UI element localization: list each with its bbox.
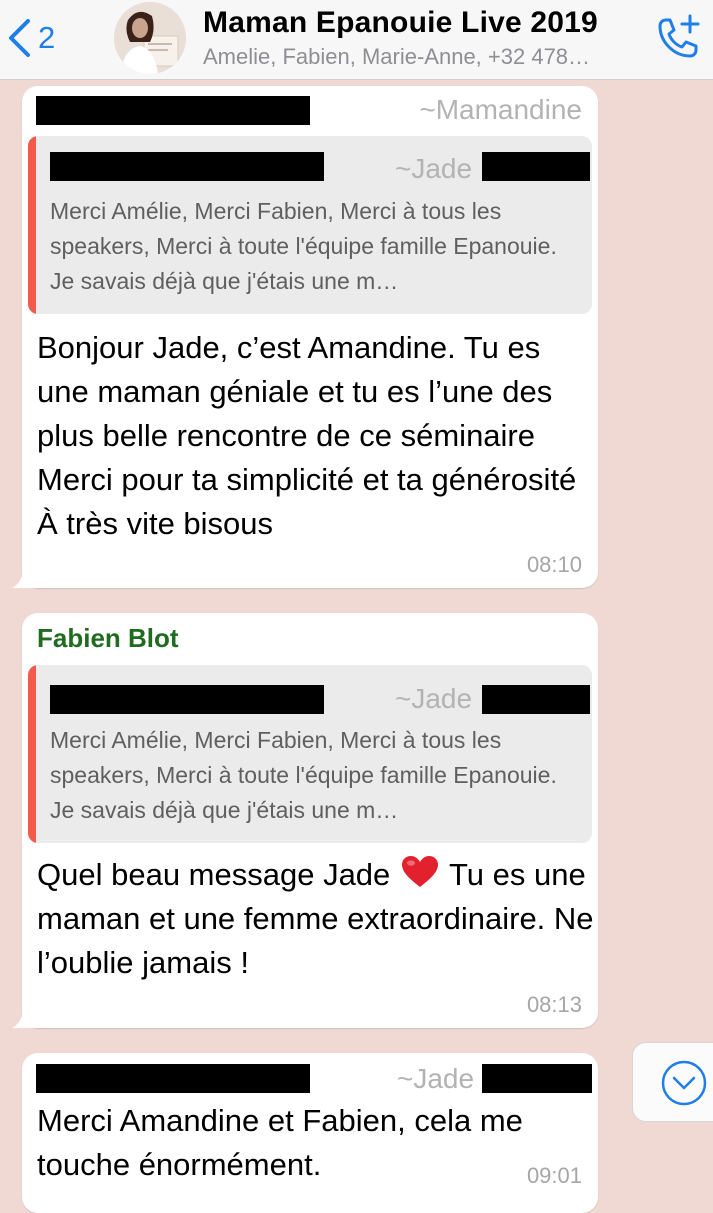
sender-name[interactable]: Fabien Blot xyxy=(37,623,179,654)
quoted-message[interactable]: ~Jade Merci Amélie, Merci Fabien, Merci … xyxy=(28,665,592,843)
back-button[interactable]: 2 xyxy=(6,14,55,62)
quote-text: Merci Amélie, Merci Fabien, Merci à tous… xyxy=(50,727,557,823)
redacted-quote-surname xyxy=(482,152,590,181)
quote-author: ~Jade xyxy=(395,153,473,184)
quote-accent-bar xyxy=(28,136,36,314)
chevron-left-icon xyxy=(9,19,30,57)
redacted-sender-name xyxy=(36,96,310,125)
sender-handle: ~Mamandine xyxy=(419,94,582,125)
message-time: 08:13 xyxy=(526,992,582,1017)
message-bubble[interactable]: Fabien Blot ~Jade Merci Amélie, Merci Fa… xyxy=(12,613,598,1028)
redacted-quote-name xyxy=(50,685,324,714)
add-call-button[interactable] xyxy=(650,10,706,66)
message-bubble[interactable]: ~Jade Merci Amandine et Fabien, cela me … xyxy=(22,1053,598,1213)
quote-author: ~Jade xyxy=(395,683,473,714)
chat-header: 2 Maman Epanouie Live 2019 Amelie, Fabie… xyxy=(0,0,713,80)
message-text: Bonjour Jade, c’est Amandine. Tu es une … xyxy=(37,330,577,541)
quote-accent-bar xyxy=(28,665,36,843)
message-text: Quel beau message Jade Tu es une maman e… xyxy=(37,853,597,985)
scroll-to-bottom-button[interactable] xyxy=(632,1042,713,1122)
message-bubble[interactable]: ~Mamandine ~Jade Merci Amélie, Merci Fab… xyxy=(12,86,598,588)
red-heart-emoji xyxy=(401,856,438,887)
message-time: 08:10 xyxy=(526,552,582,577)
message-text: Merci Amandine et Fabien, cela me touche… xyxy=(37,1103,523,1182)
message-time: 09:01 xyxy=(526,1163,582,1188)
chat-title[interactable]: Maman Epanouie Live 2019 xyxy=(203,6,598,40)
add-call-icon xyxy=(658,14,700,58)
redacted-quote-surname xyxy=(482,685,590,714)
sender-handle: ~Jade xyxy=(397,1063,475,1094)
quoted-message[interactable]: ~Jade Merci Amélie, Merci Fabien, Merci … xyxy=(28,136,592,314)
message-text-part: Quel beau message Jade xyxy=(37,857,391,892)
quote-text: Merci Amélie, Merci Fabien, Merci à tous… xyxy=(50,198,557,294)
chevron-down-circle-icon xyxy=(661,1060,707,1106)
redacted-sender-name xyxy=(36,1064,310,1093)
redacted-quote-name xyxy=(50,152,324,181)
unread-count: 2 xyxy=(38,20,56,55)
bubble-tail xyxy=(12,562,38,588)
chat-participants[interactable]: Amelie, Fabien, Marie-Anne, +32 478… xyxy=(203,44,653,70)
group-avatar[interactable] xyxy=(114,2,186,74)
redacted-sender-surname xyxy=(482,1064,592,1093)
bubble-tail xyxy=(12,1002,38,1028)
